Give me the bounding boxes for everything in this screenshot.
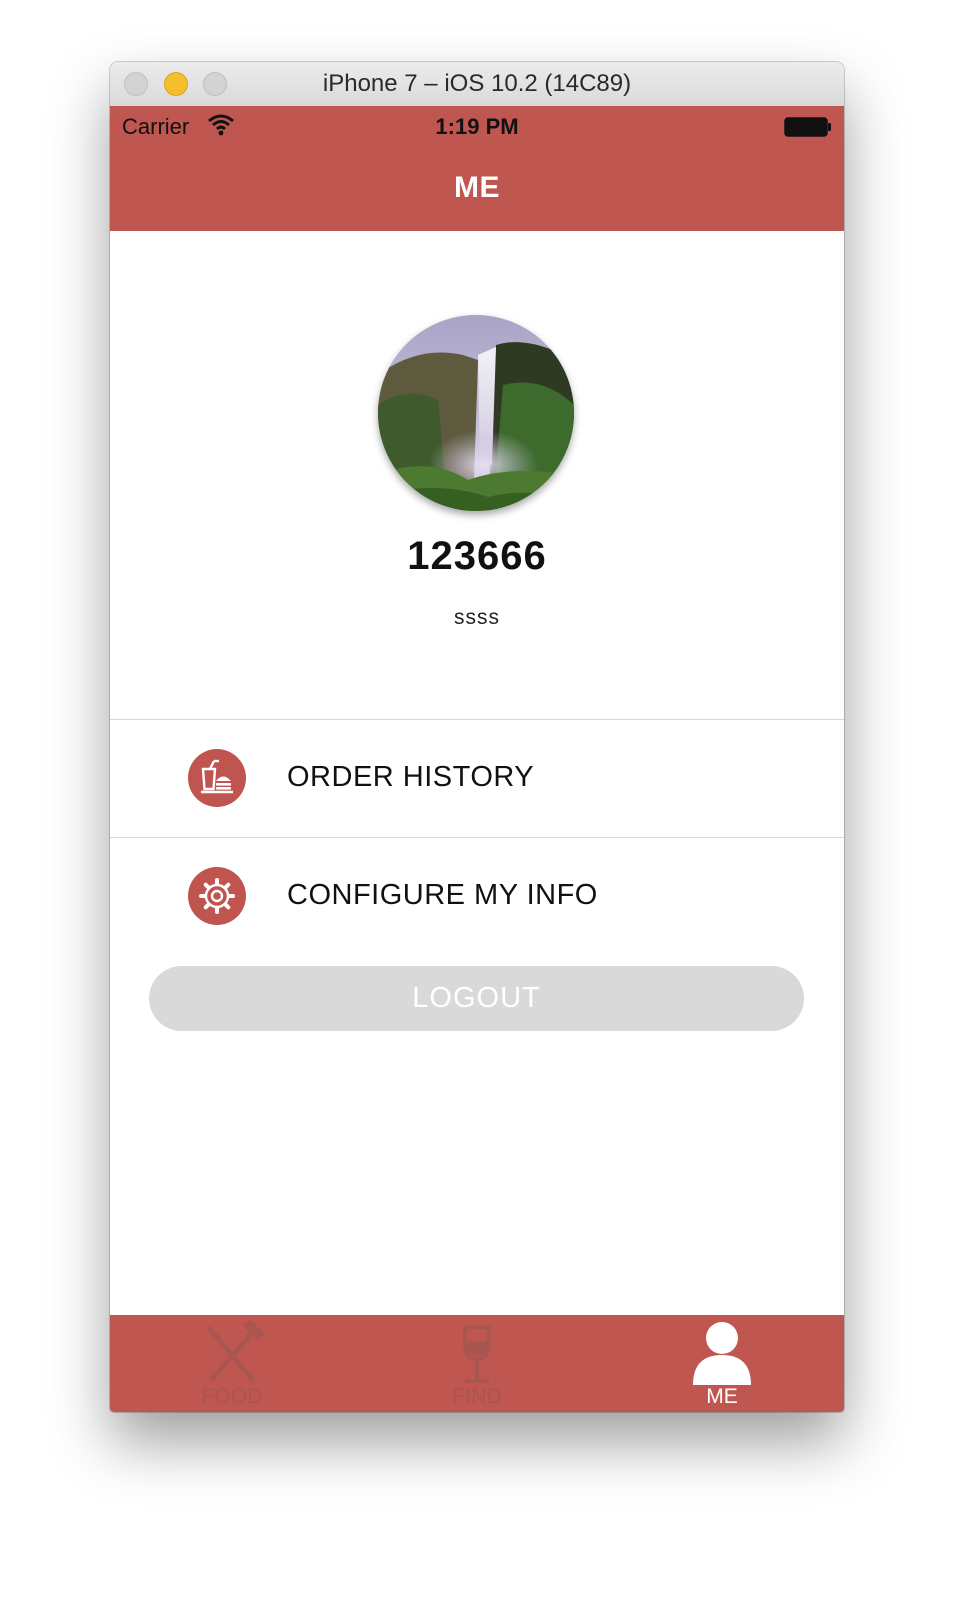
- tab-food[interactable]: FOOD: [110, 1315, 354, 1412]
- gear-icon: [188, 867, 246, 925]
- menu-label-order-history: ORDER HISTORY: [287, 761, 535, 793]
- order-history-row[interactable]: ORDER HISTORY: [110, 720, 844, 836]
- tab-find[interactable]: FIND: [355, 1315, 599, 1412]
- nav-header: Carrier 1:19 PM ME: [110, 106, 844, 231]
- profile-username: 123666: [407, 534, 547, 578]
- fork-knife-icon: [207, 1321, 264, 1382]
- tab-label-find: FIND: [452, 1385, 502, 1408]
- avatar[interactable]: [378, 315, 574, 511]
- wine-glass-icon: [463, 1325, 491, 1383]
- status-time: 1:19 PM: [435, 114, 519, 139]
- logout-button[interactable]: LOGOUT: [149, 966, 804, 1031]
- food-drink-icon: [188, 749, 246, 807]
- configure-info-row[interactable]: CONFIGURE MY INFO: [110, 838, 844, 954]
- menu-label-configure-info: CONFIGURE MY INFO: [287, 879, 598, 911]
- battery-icon: [784, 117, 831, 137]
- window-titlebar: iPhone 7 – iOS 10.2 (14C89): [110, 62, 844, 107]
- tab-me[interactable]: ME: [600, 1315, 844, 1412]
- tab-label-me: ME: [706, 1385, 738, 1408]
- simulator-window: iPhone 7 – iOS 10.2 (14C89) Carrier 1:19…: [110, 62, 844, 1412]
- tab-bar: FOOD FIND ME: [110, 1315, 844, 1412]
- tab-label-food: FOOD: [201, 1385, 263, 1408]
- profile-subtitle: ssss: [454, 606, 500, 629]
- waterfall-image: [378, 315, 574, 511]
- person-icon: [693, 1322, 751, 1385]
- app-screen: Carrier 1:19 PM ME 123666 ssss ORDER HIS…: [110, 106, 844, 1412]
- window-title: iPhone 7 – iOS 10.2 (14C89): [322, 70, 632, 97]
- page-title: ME: [454, 171, 500, 204]
